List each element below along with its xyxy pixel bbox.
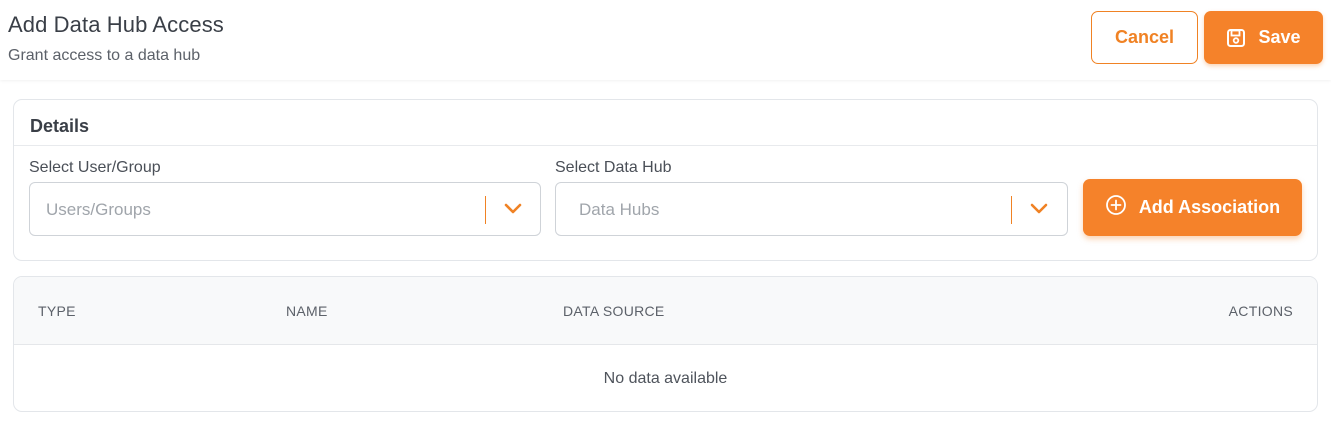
table-header: TYPE NAME DATA SOURCE ACTIONS <box>14 277 1317 345</box>
column-header-type[interactable]: TYPE <box>38 303 76 319</box>
plus-circle-icon <box>1105 194 1127 221</box>
data-hub-label: Select Data Hub <box>555 159 672 176</box>
details-divider <box>14 145 1317 146</box>
cancel-button-label: Cancel <box>1114 27 1175 47</box>
data-hub-select[interactable]: Data Hubs <box>555 182 1068 236</box>
floppy-disk-icon <box>1226 28 1246 48</box>
data-hub-separator <box>1011 196 1012 224</box>
column-header-data-source[interactable]: DATA SOURCE <box>563 303 665 319</box>
column-header-name[interactable]: NAME <box>286 303 328 319</box>
page-header: Add Data Hub Access Grant access to a da… <box>0 0 1331 80</box>
details-card: Details Select User/Group Users/Groups S… <box>13 99 1318 261</box>
save-button-label: Save <box>1258 27 1301 47</box>
data-hub-placeholder: Data Hubs <box>579 200 660 219</box>
empty-state-text: No data available <box>603 370 728 387</box>
details-title: Details <box>30 116 90 136</box>
chevron-down-icon[interactable] <box>504 202 522 221</box>
user-group-select[interactable]: Users/Groups <box>29 182 541 236</box>
add-association-label: Add Association <box>1138 197 1281 217</box>
save-button[interactable]: Save <box>1204 11 1323 64</box>
cancel-button[interactable]: Cancel <box>1091 11 1198 64</box>
chevron-down-icon[interactable] <box>1030 202 1048 221</box>
user-group-separator <box>485 196 486 224</box>
user-group-placeholder: Users/Groups <box>46 200 151 219</box>
column-header-actions: ACTIONS <box>1228 303 1293 319</box>
page-subtitle: Grant access to a data hub <box>8 47 201 64</box>
user-group-label: Select User/Group <box>29 159 161 176</box>
page-title: Add Data Hub Access <box>8 12 224 37</box>
add-association-button[interactable]: Add Association <box>1083 179 1302 236</box>
associations-table: TYPE NAME DATA SOURCE ACTIONS No data av… <box>13 276 1318 412</box>
